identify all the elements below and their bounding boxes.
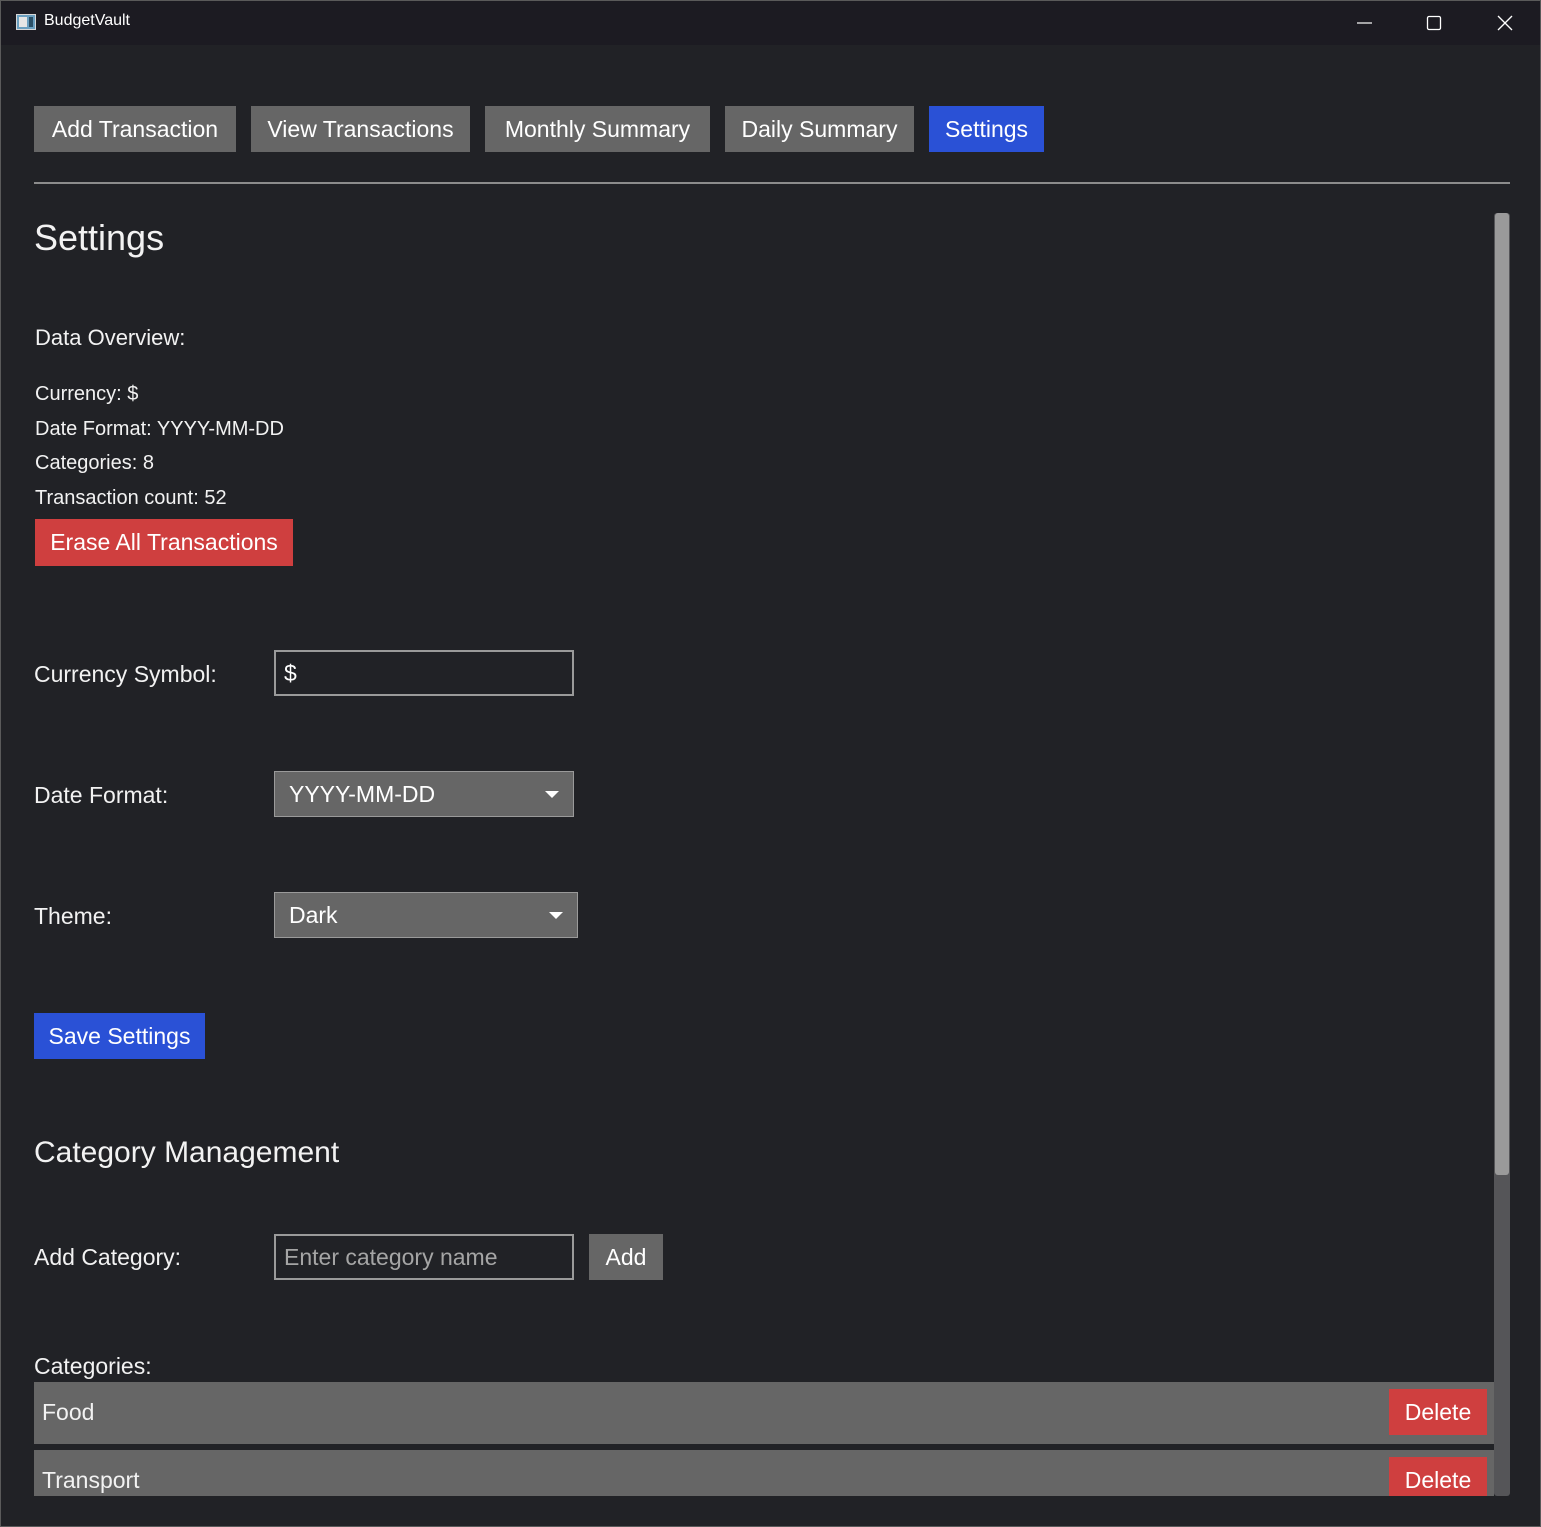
currency-symbol-label: Currency Symbol: [34,661,217,687]
category-name: Food [42,1399,95,1425]
page-title: Settings [34,217,165,258]
theme-select[interactable]: Dark [274,892,578,938]
date-format-selected: YYYY-MM-DD [289,780,436,807]
chevron-down-icon [545,791,559,798]
add-category-label: Add Category: [34,1244,182,1270]
settings-panel: Settings Data Overview: Currency: $ Date… [1,1,1494,1496]
overview-date-format: Date Format: YYYY-MM-DD [35,418,284,440]
delete-category-button[interactable]: Delete [1389,1389,1487,1435]
date-format-select[interactable]: YYYY-MM-DD [274,771,574,817]
categories-list-label: Categories: [34,1353,152,1379]
vertical-scrollbar[interactable] [1494,213,1510,1496]
data-overview-label: Data Overview: [35,325,186,350]
date-format-label: Date Format: [34,782,169,808]
theme-label: Theme: [34,903,112,929]
theme-selected: Dark [289,901,338,928]
overview-transaction-count: Transaction count: 52 [35,487,227,509]
erase-all-transactions-button[interactable]: Erase All Transactions [35,519,293,566]
overview-currency: Currency: $ [35,383,139,405]
category-name-input[interactable] [274,1234,574,1280]
close-icon [1497,15,1513,31]
add-category-button[interactable]: Add [589,1234,663,1280]
scrollbar-thumb[interactable] [1495,213,1509,1175]
app-window: BudgetVault Add Transaction View Transac… [0,0,1541,1527]
overview-categories: Categories: 8 [35,452,154,474]
category-management-title: Category Management [34,1136,340,1169]
category-name: Transport [42,1467,140,1493]
chevron-down-icon [549,912,563,919]
save-settings-button[interactable]: Save Settings [34,1013,205,1059]
category-row-food: Food Delete [34,1382,1494,1444]
delete-category-button[interactable]: Delete [1389,1457,1487,1496]
currency-symbol-input[interactable] [274,650,574,696]
category-row-transport: Transport Delete [34,1450,1494,1496]
